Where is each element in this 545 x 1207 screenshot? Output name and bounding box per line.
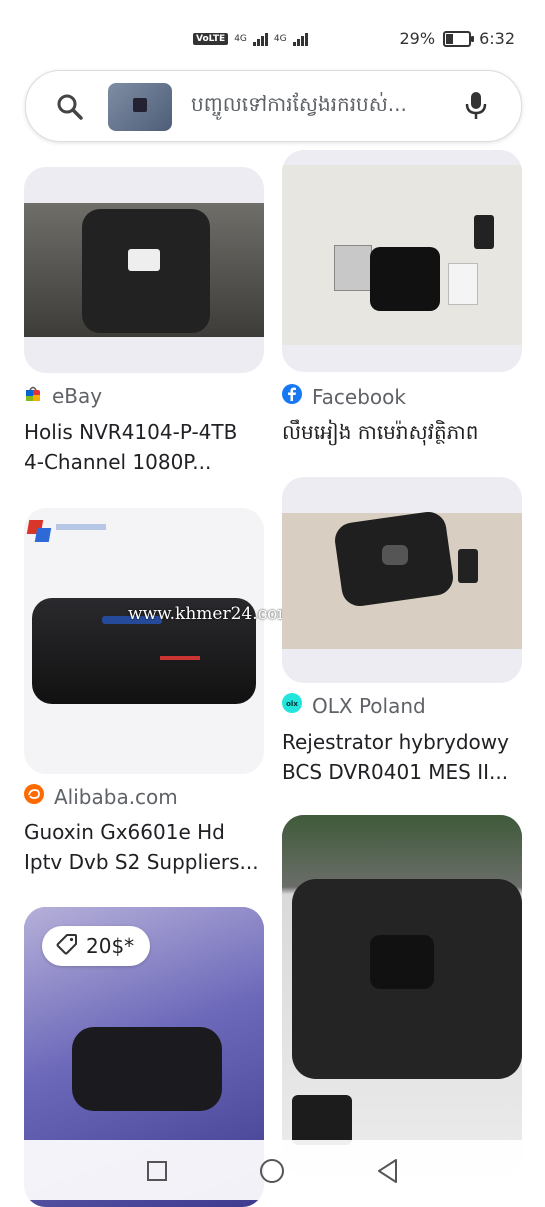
price-badge[interactable]: 20$* [42, 926, 151, 966]
source-label: Facebook [312, 384, 406, 409]
result-title-ebay[interactable]: Holis NVR4104-P-4TB 4-Channel 1080P... [24, 417, 269, 477]
facebook-icon [282, 384, 302, 409]
svg-text:olx: olx [286, 700, 298, 708]
result-image-alibaba[interactable] [24, 508, 264, 774]
result-source-alibaba[interactable]: Alibaba.com [24, 784, 178, 809]
result-source-facebook[interactable]: Facebook [282, 384, 406, 409]
status-bar: VoLTE 4G 4G 29% 6:32 [0, 0, 545, 80]
source-label: OLX Poland [312, 693, 426, 718]
olx-icon: olx [282, 693, 302, 718]
price-label: 20$* [86, 934, 135, 958]
battery-icon [443, 30, 475, 47]
title-line: Rejestrator hybrydowy [282, 730, 509, 754]
result-image-nvr-large[interactable] [282, 815, 522, 1175]
signal-icon [252, 32, 268, 46]
result-image-facebook[interactable] [282, 150, 522, 372]
search-input[interactable]: បញ្ចូលទៅការស្វែងរករបស់... [191, 91, 441, 121]
sim1-label: 4G [234, 34, 247, 44]
search-image-thumbnail[interactable] [108, 83, 172, 131]
volte-badge: VoLTE [193, 33, 229, 45]
title-line: លឹមអៀង កាមេរ៉ាសុវត្ថិភាព [282, 420, 479, 444]
title-line: BCS DVR0401 MES II... [282, 760, 509, 784]
square-icon[interactable] [146, 1160, 168, 1186]
mic-icon[interactable] [464, 91, 488, 125]
result-image-ebay[interactable] [24, 167, 264, 373]
source-label: eBay [52, 384, 103, 408]
result-title-alibaba[interactable]: Guoxin Gx6601e Hd Iptv Dvb S2 Suppliers.… [24, 817, 269, 877]
source-label: Alibaba.com [54, 784, 178, 809]
wall-mounted-nvr-photo [282, 165, 522, 345]
title-line: Holis NVR4104-P-4TB [24, 420, 238, 444]
search-bar[interactable]: បញ្ចូលទៅការស្វែងរករបស់... [25, 70, 522, 142]
price-tag-icon [56, 933, 78, 960]
title-line: Guoxin Gx6601e Hd [24, 820, 225, 844]
system-nav-bar [0, 1140, 545, 1200]
triangle-back-icon[interactable] [376, 1158, 400, 1188]
result-title-facebook[interactable]: លឹមអៀង កាមេរ៉ាសុវត្ថិភាព [282, 417, 527, 447]
status-right: 29% 6:32 [400, 29, 516, 48]
network-indicators: VoLTE 4G 4G [193, 32, 308, 46]
result-title-olx[interactable]: Rejestrator hybrydowy BCS DVR0401 MES II… [282, 727, 527, 787]
result-source-olx[interactable]: olx OLX Poland [282, 693, 426, 718]
title-line: Iptv Dvb S2 Suppliers... [24, 850, 259, 874]
alibaba-icon [24, 784, 44, 809]
ebay-icon [24, 384, 42, 408]
nvr-large-photo [282, 815, 522, 1175]
result-source-ebay[interactable]: eBay [24, 384, 102, 408]
brand-logo [26, 516, 106, 544]
battery-percent: 29% [399, 29, 436, 48]
title-line: 4-Channel 1080P... [24, 450, 212, 474]
dvr-on-carpet-photo [282, 509, 522, 649]
search-icon[interactable] [56, 93, 84, 125]
nvr-photo [24, 203, 264, 337]
sim2-label: 4G [273, 34, 287, 44]
result-image-olx[interactable] [282, 477, 522, 683]
circle-icon[interactable] [259, 1158, 285, 1188]
signal-icon [292, 32, 308, 46]
clock: 6:32 [479, 29, 515, 48]
